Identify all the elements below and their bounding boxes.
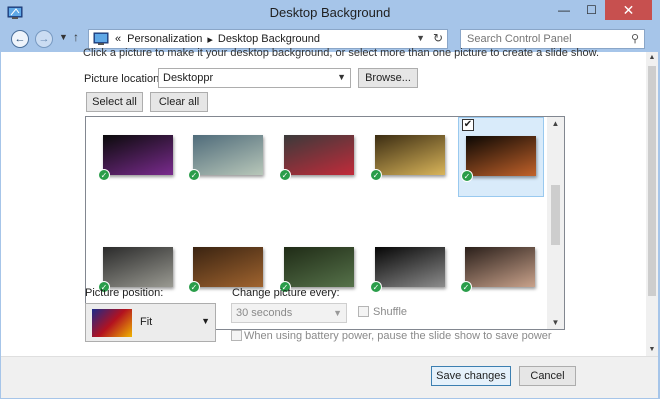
shuffle-checkbox[interactable]	[358, 306, 369, 317]
chevron-down-icon: ▼	[337, 72, 346, 82]
picture-tile-dusk-hills[interactable]: ✓	[458, 213, 544, 293]
picture-tile-stormy-sky-road[interactable]: ✓	[96, 213, 182, 293]
control-panel-icon	[93, 32, 109, 45]
position-preview-image	[92, 309, 132, 337]
picture-location-dropdown[interactable]: Desktoppr ▼	[158, 68, 351, 88]
breadcrumb-arrow-icon[interactable]: ▸	[207, 33, 213, 46]
checkmark-icon: ✓	[98, 169, 110, 181]
change-interval-dropdown[interactable]: 30 seconds ▼	[231, 303, 347, 323]
page-scrollbar[interactable]: ▲ ▼	[646, 52, 658, 356]
picture-tile-face-monochrome[interactable]: ✓	[368, 213, 454, 293]
search-box[interactable]: ⚲	[460, 29, 645, 49]
picture-tile-car-sunset-field[interactable]: ✓	[368, 117, 454, 197]
close-button[interactable]: ✕	[605, 0, 652, 20]
picture-thumbnail	[284, 247, 354, 287]
minimize-button[interactable]: —	[550, 0, 578, 20]
scroll-down-icon[interactable]: ▼	[646, 344, 658, 356]
checkmark-icon: ✓	[370, 169, 382, 181]
picture-location-label: Picture location:	[84, 73, 163, 85]
picture-thumbnail	[193, 247, 263, 287]
checkmark-icon: ✓	[461, 170, 473, 182]
chevron-down-icon: ▼	[333, 308, 342, 318]
breadcrumb-separator: «	[115, 33, 122, 45]
picture-position-dropdown[interactable]: Fit ▼	[85, 303, 216, 342]
minimize-icon: —	[558, 3, 570, 17]
grid-scroll-thumb[interactable]	[551, 185, 560, 245]
refresh-icon[interactable]: ↻	[433, 31, 443, 45]
footer-bar: Save changes Cancel	[1, 356, 658, 398]
battery-pause-checkbox[interactable]	[231, 330, 242, 341]
address-dropdown-icon[interactable]: ▼	[416, 33, 425, 43]
up-arrow-icon[interactable]: ↑	[73, 30, 79, 44]
picture-tile-sea-sky-horizon[interactable]: ✓	[186, 117, 272, 197]
page-scroll-thumb[interactable]	[648, 66, 656, 296]
picture-thumbnail	[375, 135, 445, 175]
scroll-up-icon[interactable]: ▲	[646, 52, 658, 64]
title-bar: Desktop Background — ☐ ✕	[0, 0, 660, 26]
tile-checkbox[interactable]: ✔	[462, 119, 474, 131]
picture-thumbnail	[466, 136, 536, 176]
change-picture-label: Change picture every:	[232, 287, 340, 299]
picture-tile-forest-tree[interactable]: ✓	[277, 213, 363, 293]
address-bar[interactable]: « Personalization ▸ Desktop Background ▼…	[88, 29, 448, 49]
picture-thumbnail	[103, 247, 173, 287]
select-all-button[interactable]: Select all	[86, 92, 143, 112]
recent-pages-dropdown-icon[interactable]: ▼	[59, 32, 68, 42]
clear-all-button[interactable]: Clear all	[150, 92, 208, 112]
desktop-background-window: Desktop Background — ☐ ✕ ← → ▼ ↑ « Perso…	[0, 0, 660, 399]
instructions-text: Click a picture to make it your desktop …	[83, 47, 600, 59]
checkmark-icon: ✓	[188, 169, 200, 181]
picture-tile-red-heart-grey[interactable]: ✓	[277, 117, 363, 197]
checkmark-icon: ✓	[188, 281, 200, 293]
checkmark-icon: ✓	[370, 281, 382, 293]
battery-pause-label: When using battery power, pause the slid…	[244, 330, 552, 342]
forward-arrow-icon: →	[38, 33, 50, 45]
picture-position-label: Picture position:	[85, 287, 164, 299]
picture-location-value: Desktoppr	[163, 72, 214, 84]
checkmark-icon: ✓	[279, 169, 291, 181]
scroll-up-icon[interactable]: ▲	[547, 119, 564, 128]
back-button[interactable]: ←	[11, 30, 29, 48]
cancel-button[interactable]: Cancel	[519, 366, 576, 386]
picture-position-value: Fit	[140, 316, 153, 328]
maximize-button[interactable]: ☐	[578, 0, 605, 20]
scroll-down-icon[interactable]: ▼	[547, 318, 564, 327]
search-input[interactable]	[461, 30, 621, 48]
browse-button[interactable]: Browse...	[358, 68, 418, 88]
picture-thumbnail	[103, 135, 173, 175]
main-content: Click a picture to make it your desktop …	[1, 47, 658, 356]
picture-thumbnail	[465, 247, 535, 287]
breadcrumb-desktop-background[interactable]: Desktop Background	[218, 33, 320, 45]
chevron-down-icon: ▼	[201, 316, 210, 326]
shuffle-label: Shuffle	[373, 306, 408, 318]
picture-tile-glowing-orb-dark[interactable]: ✓	[96, 117, 182, 197]
search-icon[interactable]: ⚲	[631, 32, 639, 45]
checkmark-icon: ✓	[460, 281, 472, 293]
breadcrumb-personalization[interactable]: Personalization	[127, 33, 202, 45]
save-changes-button[interactable]: Save changes	[431, 366, 511, 386]
maximize-icon: ☐	[586, 3, 597, 17]
picture-tile-ornate-spheres[interactable]: ✓	[186, 213, 272, 293]
grid-scrollbar[interactable]: ▲ ▼	[547, 117, 564, 329]
forward-button[interactable]: →	[35, 30, 53, 48]
close-icon: ✕	[622, 1, 635, 18]
picture-thumbnail	[375, 247, 445, 287]
picture-tile-planet-space[interactable]: ✓ ✔	[458, 117, 544, 197]
change-interval-value: 30 seconds	[236, 307, 293, 319]
picture-thumbnail	[284, 135, 354, 175]
back-arrow-icon: ←	[14, 33, 26, 45]
picture-thumbnail	[193, 135, 263, 175]
